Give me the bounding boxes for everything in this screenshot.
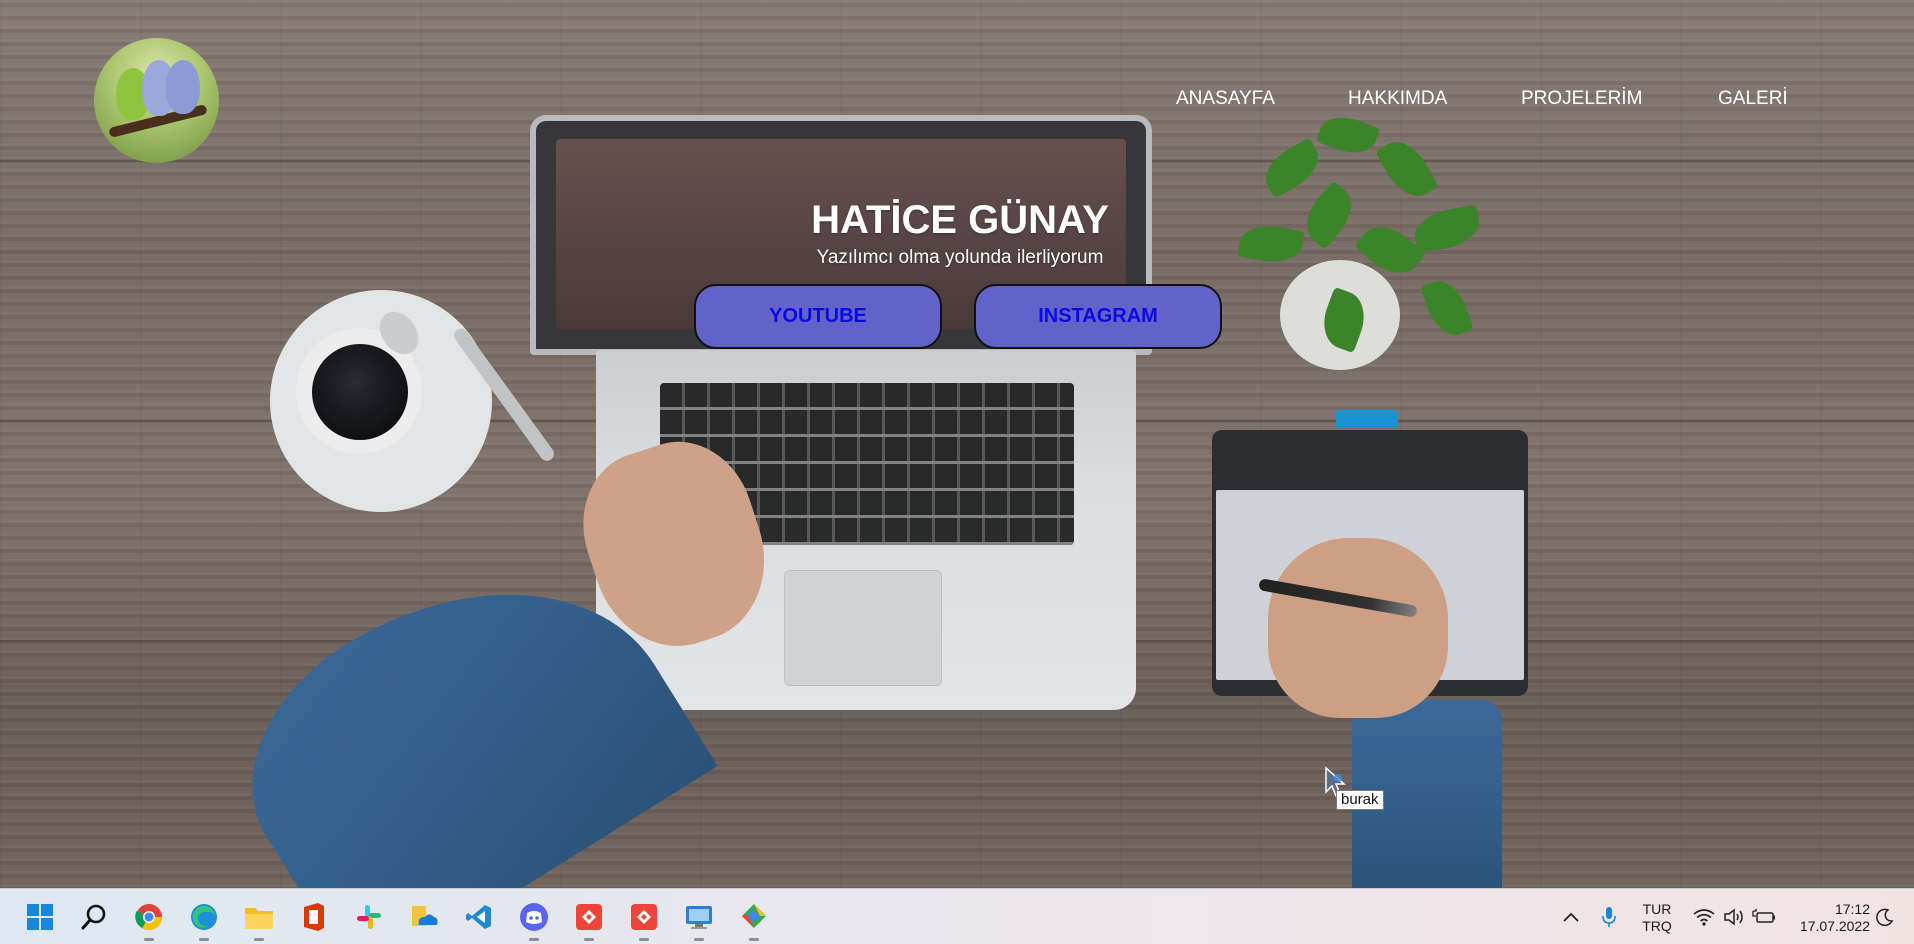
onedrive-icon[interactable] xyxy=(406,899,442,935)
vscode-icon[interactable] xyxy=(461,899,497,935)
running-indicator xyxy=(254,938,264,941)
start-icon[interactable] xyxy=(22,899,58,935)
running-indicator xyxy=(639,938,649,941)
instagram-button[interactable]: INSTAGRAM xyxy=(974,284,1222,349)
nav-hakkimda[interactable]: HAKKIMDA xyxy=(1348,88,1447,110)
clock-time: 17:12 xyxy=(1834,901,1870,917)
language-code: TUR xyxy=(1642,901,1672,917)
nav-projelerim[interactable]: PROJELERİM xyxy=(1521,88,1642,110)
microphone-icon[interactable] xyxy=(1594,899,1624,935)
anydesk-icon-2[interactable] xyxy=(626,899,662,941)
hero-subtitle: Yazılımcı olma yolunda ilerliyorum xyxy=(816,247,1104,268)
search-icon[interactable] xyxy=(76,899,112,935)
edge-icon[interactable] xyxy=(186,899,222,941)
hero-title: HATİCE GÜNAY xyxy=(811,198,1109,242)
app-icon[interactable] xyxy=(736,899,772,941)
file-explorer-icon[interactable] xyxy=(241,899,277,941)
office-icon[interactable] xyxy=(296,899,332,935)
battery-charging-icon[interactable] xyxy=(1750,899,1778,935)
language-indicator[interactable]: TUR TRQ xyxy=(1632,901,1682,935)
windows-taskbar: TUR TRQ 17:12 17.07.2022 xyxy=(0,888,1914,944)
discord-icon[interactable] xyxy=(516,899,552,941)
control-panel-icon[interactable] xyxy=(681,899,717,941)
clock[interactable]: 17:12 17.07.2022 xyxy=(1786,901,1870,935)
hero-overlay xyxy=(0,0,1914,888)
running-indicator xyxy=(749,938,759,941)
nav-anasayfa[interactable]: ANASAYFA xyxy=(1176,88,1275,110)
volume-icon[interactable] xyxy=(1720,899,1748,935)
cursor-tooltip: burak xyxy=(1336,790,1384,810)
clock-date: 17.07.2022 xyxy=(1799,918,1870,934)
nav-galeri[interactable]: GALERİ xyxy=(1718,88,1788,110)
chevron-up-icon[interactable] xyxy=(1556,899,1586,935)
hero-background xyxy=(0,0,1914,888)
running-indicator xyxy=(199,938,209,941)
slack-icon[interactable] xyxy=(351,899,387,935)
youtube-button[interactable]: YOUTUBE xyxy=(694,284,942,349)
running-indicator xyxy=(529,938,539,941)
keyboard-layout: TRQ xyxy=(1642,918,1672,934)
focus-moon-icon[interactable] xyxy=(1870,899,1900,935)
main-nav: ANASAYFA HAKKIMDA PROJELERİM GALERİ xyxy=(0,88,1914,112)
running-indicator xyxy=(584,938,594,941)
wifi-icon[interactable] xyxy=(1690,899,1718,935)
running-indicator xyxy=(144,938,154,941)
chrome-icon[interactable] xyxy=(131,899,167,941)
anydesk-icon[interactable] xyxy=(571,899,607,941)
running-indicator xyxy=(694,938,704,941)
